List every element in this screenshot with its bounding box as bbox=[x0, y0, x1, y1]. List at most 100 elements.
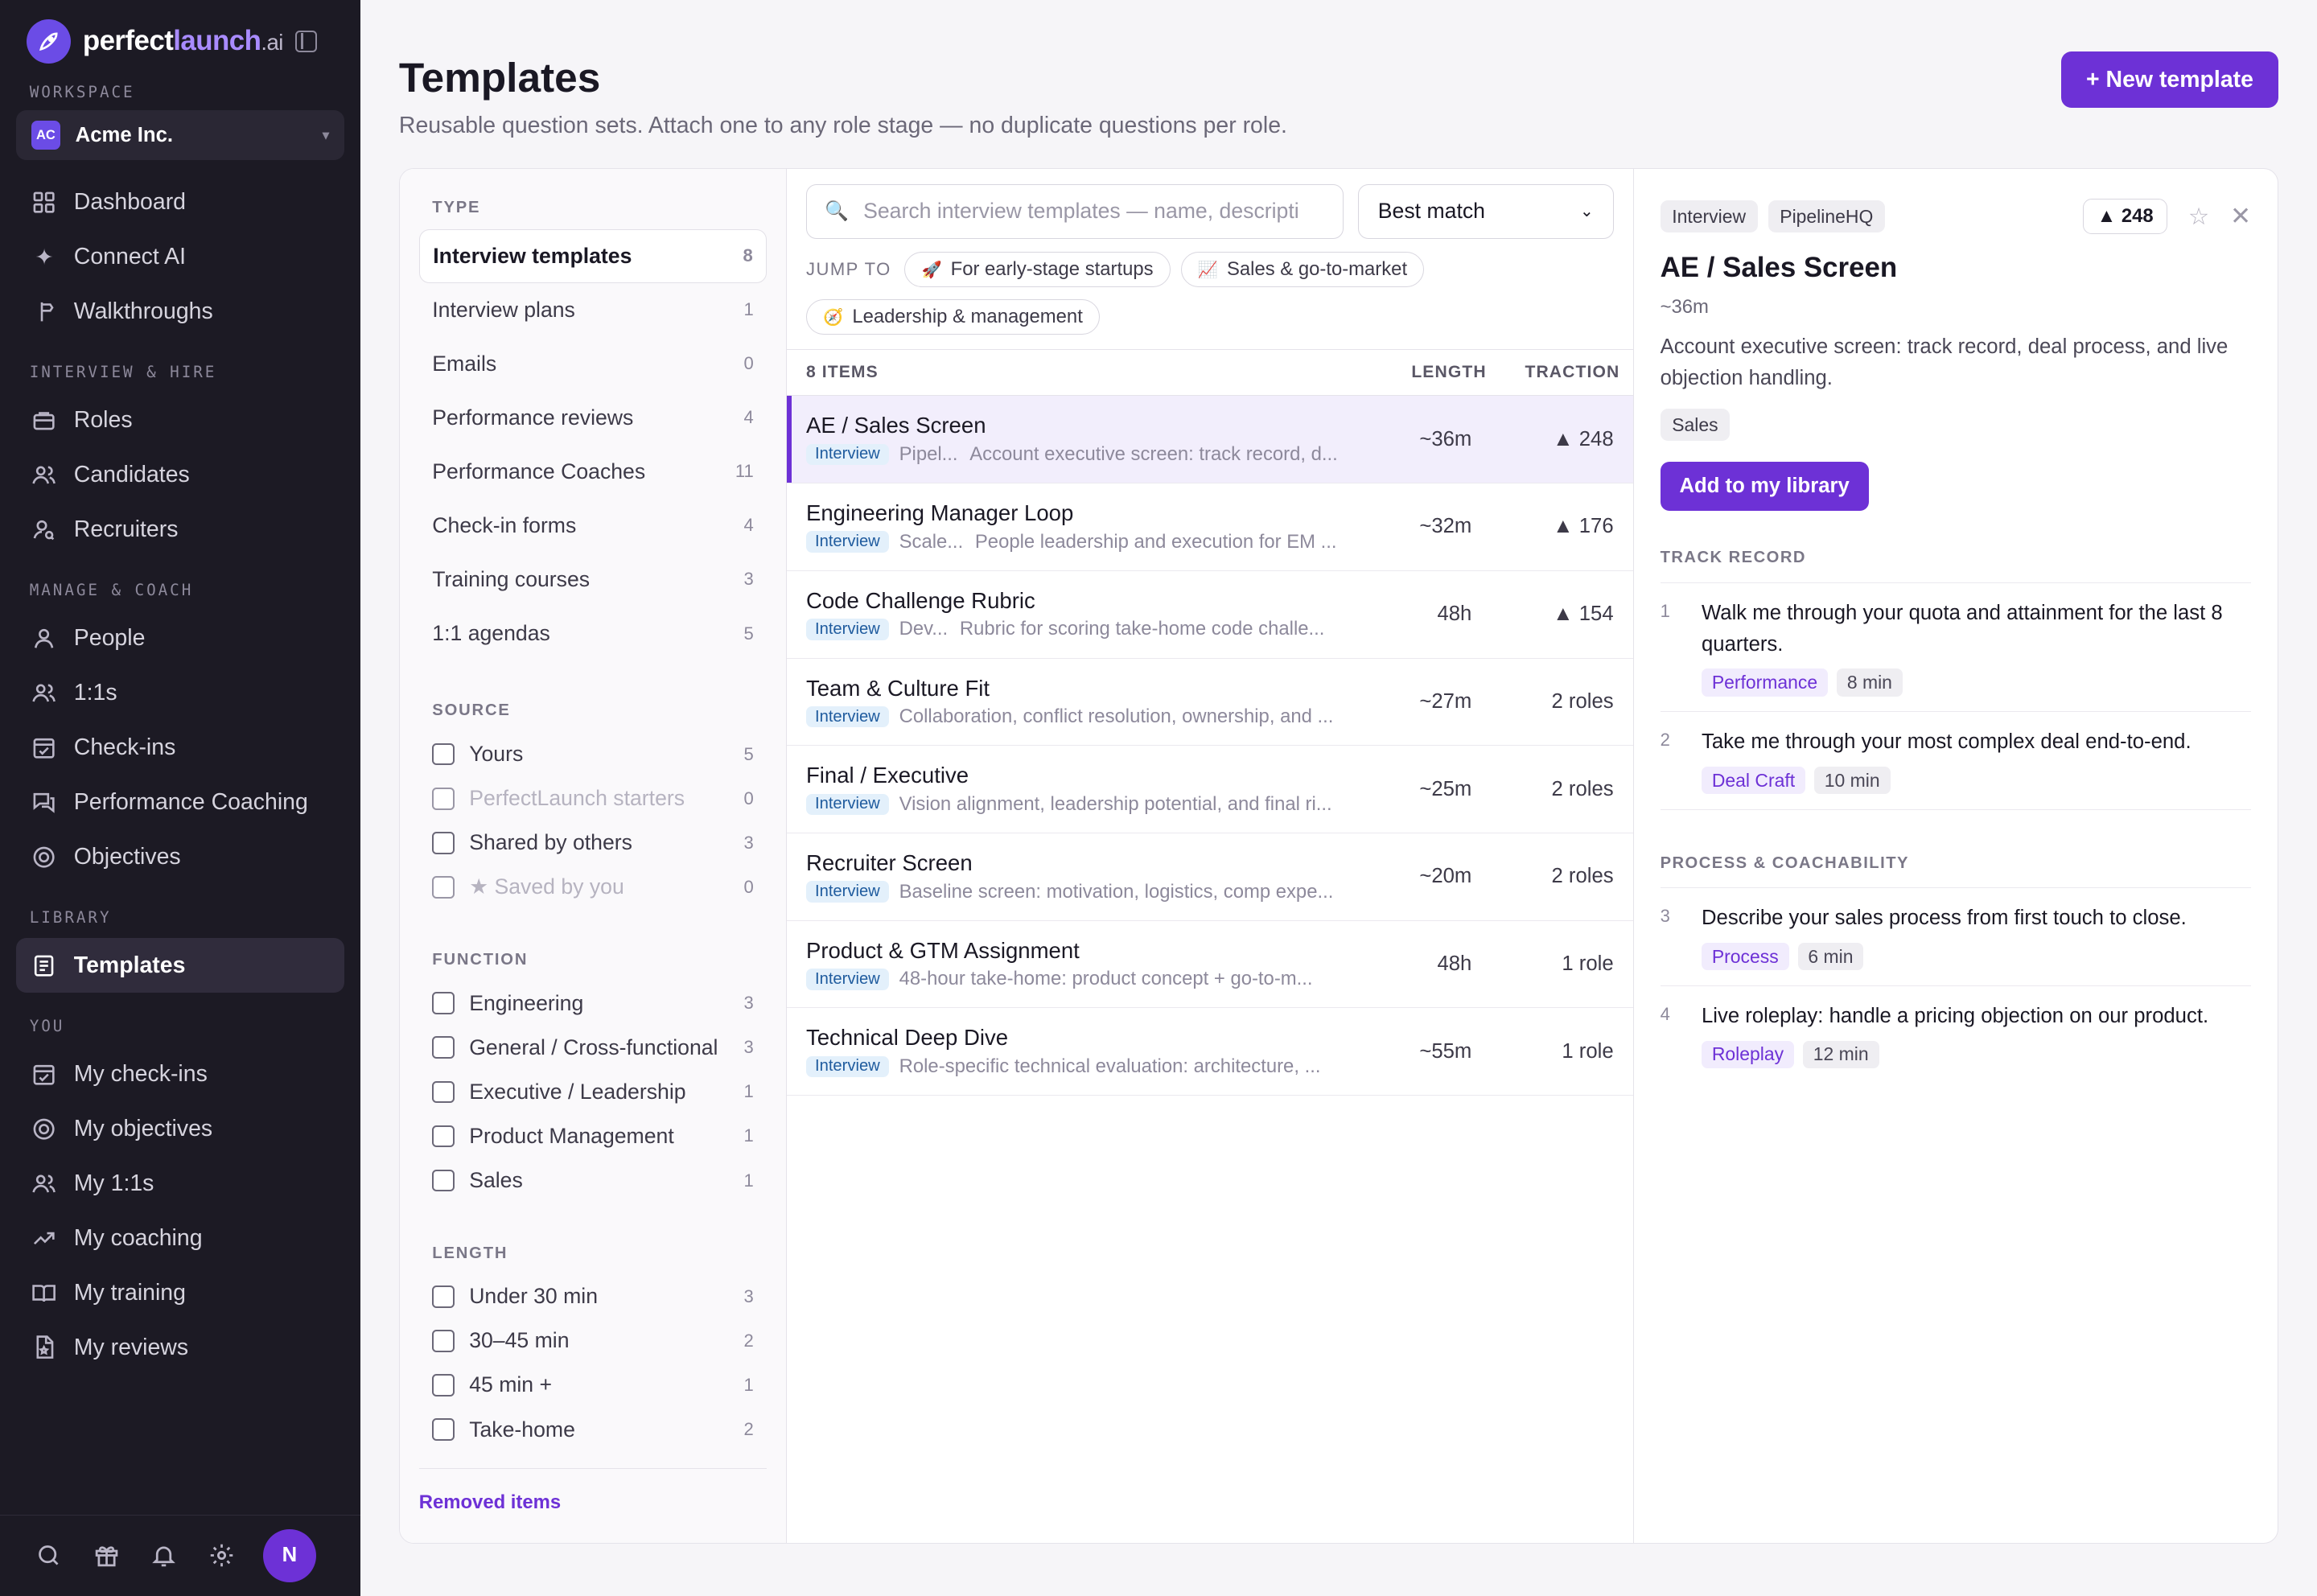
manage-coach-label: MANAGE & COACH bbox=[29, 580, 194, 599]
checkbox[interactable] bbox=[432, 1330, 455, 1352]
calendar-check-icon bbox=[30, 1059, 60, 1089]
type-one-on-one-agendas[interactable]: 1:1 agendas 5 bbox=[419, 607, 767, 660]
document-list-icon bbox=[30, 951, 60, 981]
nav-people[interactable]: People bbox=[16, 611, 344, 666]
nav-roles[interactable]: Roles bbox=[16, 393, 344, 448]
nav-my-one-on-ones[interactable]: My 1:1s bbox=[16, 1156, 344, 1211]
function-engineering[interactable]: Engineering 3 bbox=[419, 981, 767, 1026]
chip-sales-gtm[interactable]: 📈 Sales & go-to-market bbox=[1180, 252, 1425, 288]
target-icon bbox=[30, 842, 60, 872]
nav-recruiters[interactable]: Recruiters bbox=[16, 502, 344, 557]
function-general[interactable]: General / Cross-functional 3 bbox=[419, 1026, 767, 1070]
nav-one-on-ones[interactable]: 1:1s bbox=[16, 665, 344, 720]
checkbox[interactable] bbox=[432, 1036, 455, 1059]
table-row[interactable]: Recruiter Screen Interview Baseline scree… bbox=[787, 833, 1633, 921]
source-saved[interactable]: ★ Saved by you 0 bbox=[419, 865, 767, 909]
nav-my-reviews[interactable]: My reviews bbox=[16, 1320, 344, 1375]
source-yours[interactable]: Yours 5 bbox=[419, 732, 767, 776]
search-icon[interactable] bbox=[35, 1542, 62, 1569]
star-icon[interactable]: ☆ bbox=[2188, 203, 2209, 231]
type-emails[interactable]: Emails 0 bbox=[419, 337, 767, 391]
type-performance-reviews[interactable]: Performance reviews 4 bbox=[419, 391, 767, 445]
removed-items-link[interactable]: Removed items bbox=[418, 1468, 768, 1514]
source-starters[interactable]: PerfectLaunch starters 0 bbox=[419, 776, 767, 821]
col-traction[interactable]: TRACTION bbox=[1525, 363, 1619, 382]
close-icon[interactable]: ✕ bbox=[2230, 202, 2251, 231]
nav-walkthroughs[interactable]: Walkthroughs bbox=[16, 285, 344, 339]
function-executive[interactable]: Executive / Leadership 1 bbox=[419, 1070, 767, 1114]
briefcase-icon bbox=[30, 405, 60, 435]
checkbox[interactable] bbox=[432, 1080, 455, 1104]
nav-dashboard[interactable]: Dashboard bbox=[16, 175, 344, 230]
checkbox[interactable] bbox=[432, 1418, 455, 1441]
checkbox[interactable] bbox=[432, 1285, 455, 1308]
table-row[interactable]: Product & GTM Assignment Interview 48-hou… bbox=[787, 921, 1633, 1009]
checkbox[interactable] bbox=[432, 1169, 455, 1192]
type-interview-templates[interactable]: Interview templates 8 bbox=[418, 228, 768, 283]
function-product[interactable]: Product Management 1 bbox=[419, 1114, 767, 1158]
minutes-tag: 12 min bbox=[1802, 1040, 1879, 1069]
search-input[interactable]: 🔍 Search interview templates — name, desc… bbox=[805, 183, 1344, 239]
source-shared[interactable]: Shared by others 3 bbox=[419, 821, 767, 865]
table-row[interactable]: Final / Executive Interview Vision alignm… bbox=[787, 746, 1633, 833]
user-search-icon bbox=[30, 515, 60, 545]
length-take-home[interactable]: Take-home 2 bbox=[419, 1407, 767, 1451]
function-label: FUNCTION bbox=[432, 950, 529, 969]
table-row[interactable]: Technical Deep Dive Interview Role-specif… bbox=[787, 1008, 1633, 1096]
detail-description: Account executive screen: track record, … bbox=[1660, 335, 2229, 389]
nav-templates[interactable]: Templates bbox=[16, 938, 344, 993]
checkbox[interactable] bbox=[432, 832, 455, 854]
nav-my-objectives[interactable]: My objectives bbox=[16, 1101, 344, 1156]
table-row[interactable]: AE / Sales Screen Interview Pipel... Accou… bbox=[787, 396, 1633, 484]
type-training-courses[interactable]: Training courses 3 bbox=[419, 553, 767, 607]
source-pill: PipelineHQ bbox=[1768, 200, 1885, 233]
chip-early-stage[interactable]: 🚀 For early-stage startups bbox=[904, 252, 1171, 288]
checkbox[interactable] bbox=[432, 742, 455, 766]
table-row[interactable]: Engineering Manager Loop Interview Scale.… bbox=[787, 483, 1633, 571]
nav-candidates[interactable]: Candidates bbox=[16, 448, 344, 503]
nav-check-ins[interactable]: Check-ins bbox=[16, 720, 344, 775]
source-label: SOURCE bbox=[432, 701, 511, 720]
gear-icon[interactable] bbox=[208, 1542, 235, 1569]
gift-icon[interactable] bbox=[93, 1542, 120, 1569]
workspace-badge: AC bbox=[31, 120, 61, 150]
items-count: 8 ITEMS bbox=[805, 363, 879, 382]
type-interview-plans[interactable]: Interview plans 1 bbox=[419, 283, 767, 337]
chat-icon bbox=[30, 788, 60, 817]
workspace-switcher[interactable]: AC Acme Inc. ▾ bbox=[16, 109, 344, 161]
jump-to-label: JUMP TO bbox=[805, 259, 891, 280]
bell-icon[interactable] bbox=[150, 1542, 177, 1569]
checkbox[interactable] bbox=[432, 788, 455, 810]
nav-objectives[interactable]: Objectives bbox=[16, 829, 344, 884]
nav-performance-coaching[interactable]: Performance Coaching bbox=[16, 775, 344, 829]
upvote-button[interactable]: ▲ 248 bbox=[2083, 199, 2168, 235]
sidebar-collapse-icon[interactable] bbox=[294, 30, 318, 53]
checkbox[interactable] bbox=[432, 992, 455, 1014]
nav-my-coaching[interactable]: My coaching bbox=[16, 1211, 344, 1265]
avatar[interactable]: N bbox=[262, 1528, 316, 1582]
sort-select[interactable]: Best match ⌄ bbox=[1357, 183, 1614, 239]
you-label: YOU bbox=[29, 1016, 65, 1035]
nav-my-training[interactable]: My training bbox=[16, 1265, 344, 1320]
length-30-45[interactable]: 30–45 min 2 bbox=[419, 1318, 767, 1363]
checkbox[interactable] bbox=[432, 1125, 455, 1148]
checkbox[interactable] bbox=[432, 1374, 455, 1396]
target-icon bbox=[30, 1114, 60, 1144]
nav-connect-ai[interactable]: ✦ Connect AI bbox=[16, 230, 344, 285]
checkbox[interactable] bbox=[432, 876, 455, 899]
function-sales[interactable]: Sales 1 bbox=[419, 1158, 767, 1203]
add-to-library-button[interactable]: Add to my library bbox=[1660, 462, 1869, 511]
length-45-plus[interactable]: 45 min +1 bbox=[419, 1363, 767, 1407]
sidebar: perfectlaunch.ai WORKSPACE AC Acme Inc. … bbox=[0, 0, 361, 1596]
table-row[interactable]: Code Challenge Rubric Interview Dev... Rub… bbox=[787, 571, 1633, 659]
type-performance-coaches[interactable]: Performance Coaches 11 bbox=[419, 445, 767, 499]
question-item: 2 Take me through your most complex deal… bbox=[1660, 712, 2252, 810]
nav-my-check-ins[interactable]: My check-ins bbox=[16, 1047, 344, 1101]
table-row[interactable]: Team & Culture Fit Interview Collaboratio… bbox=[787, 659, 1633, 747]
type-check-in-forms[interactable]: Check-in forms 4 bbox=[419, 499, 767, 553]
question-item: 3 Describe your sales process from first… bbox=[1660, 888, 2252, 986]
length-under-30[interactable]: Under 30 min 3 bbox=[419, 1274, 767, 1318]
col-length[interactable]: LENGTH bbox=[1398, 363, 1487, 382]
new-template-button[interactable]: + New template bbox=[2060, 51, 2279, 109]
chip-leadership[interactable]: 🧭 Leadership & management bbox=[805, 298, 1101, 335]
